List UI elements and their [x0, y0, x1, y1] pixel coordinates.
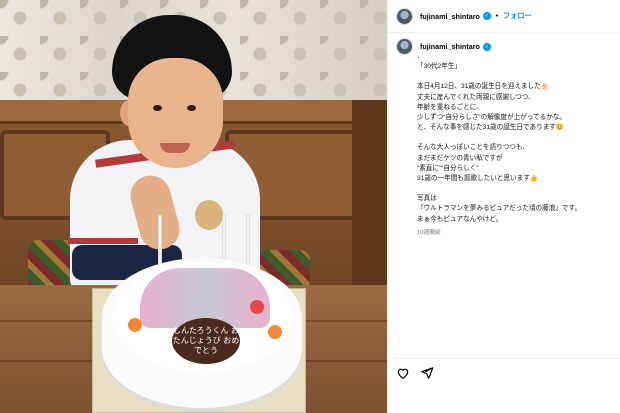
sleeve-stripe	[68, 238, 138, 244]
verified-badge-icon: ✓	[482, 42, 491, 51]
caption-line: 丈夫に産んでくれた両親に感謝しつつ、	[417, 93, 535, 101]
follow-button[interactable]: フォロー	[503, 11, 532, 21]
caption-line: 、	[417, 53, 424, 60]
caption-username[interactable]: fujinami_shintaro	[420, 42, 480, 51]
caption-avatar[interactable]	[396, 38, 413, 55]
caption-line: “素直に”“自分らしく”	[417, 164, 479, 172]
cake-message: しんたろうくん おたんじょうび おめでとう	[172, 326, 240, 355]
heart-icon[interactable]	[396, 366, 410, 380]
caption-line: 『ウルトラマンを夢みるピュアだった頃の藤浪』です。	[417, 205, 582, 213]
post-photo[interactable]: しんたろうくん おたんじょうび おめでとう	[0, 0, 387, 413]
caption-line: と、そんな事を感じた31歳の誕生日であります😊	[417, 124, 565, 132]
post-timestamp[interactable]: 10週間前	[417, 228, 617, 238]
caption-line: 「30代2年生」	[417, 63, 461, 71]
header-username[interactable]: fujinami_shintaro	[420, 12, 480, 21]
post-caption: 、 「30代2年生」 本日4月12日、31歳の誕生日を迎えました🎂 丈夫に産んで…	[417, 52, 617, 238]
post-header: fujinami_shintaro ✓ • フォロー	[388, 0, 620, 33]
send-icon[interactable]	[420, 366, 434, 380]
fruit	[250, 300, 264, 314]
caption-line: そんな大人っぽいことを語りつつも、	[417, 144, 529, 152]
caption-line: 本日4月12日、31歳の誕生日を迎えました🎂	[417, 83, 550, 91]
child-eye-right	[187, 105, 196, 111]
candle	[158, 215, 162, 270]
caption-line: 写真は	[417, 195, 437, 203]
fruit	[128, 318, 142, 332]
post-side-panel: fujinami_shintaro ✓ • フォロー fujinami_shin…	[387, 0, 620, 413]
verified-badge-icon: ✓	[482, 12, 491, 20]
caption-line: 31歳の一年間も謳歌したいと思います👍	[417, 175, 539, 183]
caption-line: 少しずつ“自分らしさ”の解像度が上がってるかな。	[417, 114, 566, 122]
child-eye-left	[153, 105, 162, 111]
separator-dot: •	[494, 12, 500, 20]
candle	[246, 215, 250, 270]
avatar[interactable]	[396, 7, 413, 25]
action-bar	[388, 358, 620, 386]
caption-line: まぁ今もピュアなんやけど。	[417, 215, 503, 223]
bear-patch	[195, 200, 223, 230]
caption-line: 年齢を重ねるごとに、	[417, 103, 483, 111]
caption-line: まだまだケツの青い私ですが	[417, 154, 503, 162]
fruit	[268, 325, 282, 339]
chocolate-plate: しんたろうくん おたんじょうび おめでとう	[172, 318, 240, 364]
